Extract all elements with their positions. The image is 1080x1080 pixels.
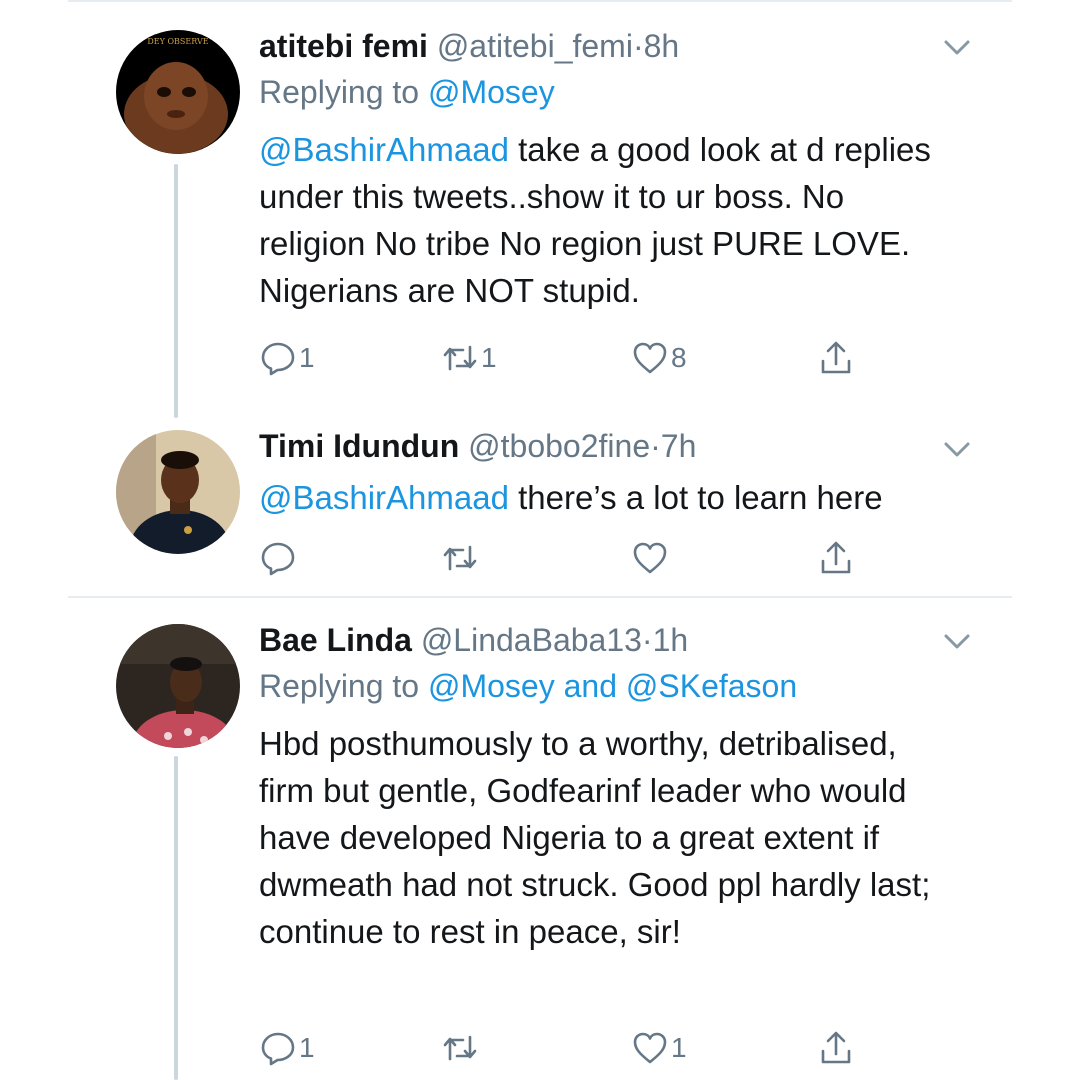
replying-prefix: Replying to <box>259 74 420 110</box>
handle[interactable]: @LindaBaba13 <box>421 622 642 658</box>
reply-icon <box>259 1029 297 1067</box>
chevron-down-icon[interactable] <box>940 624 974 658</box>
retweet-icon <box>441 339 479 377</box>
heart-icon <box>631 539 669 577</box>
chevron-down-icon[interactable] <box>940 30 974 64</box>
tweet-header: Timi Idundun @tbobo2fine·7h <box>259 426 959 466</box>
retweet-button[interactable] <box>441 538 481 578</box>
avatar-atitebi-femi[interactable]: DEY OBSERVE <box>116 30 240 154</box>
like-button[interactable]: 8 <box>631 338 687 378</box>
avatar-caption: DEY OBSERVE <box>147 37 208 46</box>
tweet-2[interactable]: Timi Idundun @tbobo2fine·7h @BashirAhmaa… <box>0 418 1080 596</box>
display-name[interactable]: atitebi femi <box>259 28 428 64</box>
reply-icon <box>259 539 297 577</box>
avatar-bae-linda[interactable] <box>116 624 240 748</box>
retweet-icon <box>441 1029 479 1067</box>
tweet-header: Bae Linda @LindaBaba13·1h <box>259 620 959 660</box>
tweet-body: there’s a lot to learn here <box>508 479 883 516</box>
thread-line <box>174 164 178 418</box>
tweet-1[interactable]: DEY OBSERVE atitebi femi @atitebi_femi·8… <box>0 0 1080 430</box>
chevron-down-icon[interactable] <box>940 432 974 466</box>
share-icon <box>817 539 855 577</box>
mention-link[interactable]: @BashirAhmaad <box>259 131 509 168</box>
handle[interactable]: @atitebi_femi <box>437 28 633 64</box>
retweet-button[interactable] <box>441 1028 481 1068</box>
separator-dot: · <box>650 428 661 464</box>
reply-count: 1 <box>299 1032 315 1063</box>
tweet-text: Hbd posthumously to a worthy, detribalis… <box>259 725 931 950</box>
replying-prefix: Replying to <box>259 668 420 704</box>
share-icon <box>817 339 855 377</box>
like-button[interactable] <box>631 538 671 578</box>
tweet-3[interactable]: Bae Linda @LindaBaba13·1h Replying to @M… <box>0 598 1080 1080</box>
display-name[interactable]: Bae Linda <box>259 622 412 658</box>
share-button[interactable] <box>817 538 855 578</box>
replying-to: Replying to @Mosey <box>259 72 959 112</box>
avatar-timi-idundun[interactable] <box>116 430 240 554</box>
like-count: 1 <box>671 1032 687 1063</box>
tweet-text: @BashirAhmaad take a good look at d repl… <box>259 126 959 314</box>
display-name[interactable]: Timi Idundun <box>259 428 459 464</box>
share-button[interactable] <box>817 338 855 378</box>
timestamp[interactable]: 7h <box>661 428 697 464</box>
retweet-count: 1 <box>481 342 497 373</box>
replying-to: Replying to @Mosey and @SKefason <box>259 666 959 706</box>
heart-icon <box>631 339 669 377</box>
like-button[interactable]: 1 <box>631 1028 687 1068</box>
heart-icon <box>631 1029 669 1067</box>
tweet-actions: 1 1 8 <box>259 338 879 378</box>
tweet-actions: 1 1 <box>259 1028 879 1068</box>
thread-line <box>174 756 178 1080</box>
tweet-header: atitebi femi @atitebi_femi·8h <box>259 26 959 66</box>
separator-dot: · <box>641 622 653 658</box>
retweet-button[interactable]: 1 <box>441 338 497 378</box>
reply-count: 1 <box>299 342 315 373</box>
mention-link[interactable]: @BashirAhmaad <box>259 479 509 516</box>
reply-button[interactable] <box>259 538 299 578</box>
replying-users[interactable]: @Mosey and @SKefason <box>428 668 797 704</box>
timestamp[interactable]: 8h <box>644 28 680 64</box>
tweet-text: @BashirAhmaad there’s a lot to learn her… <box>259 474 959 521</box>
like-count: 8 <box>671 342 687 373</box>
reply-button[interactable]: 1 <box>259 1028 315 1068</box>
tweet-actions <box>259 538 879 578</box>
reply-button[interactable]: 1 <box>259 338 315 378</box>
share-icon <box>817 1029 855 1067</box>
share-button[interactable] <box>817 1028 855 1068</box>
reply-icon <box>259 339 297 377</box>
separator-dot: · <box>632 28 644 64</box>
replying-users[interactable]: @Mosey <box>428 74 555 110</box>
handle[interactable]: @tbobo2fine <box>468 428 650 464</box>
timestamp[interactable]: 1h <box>653 622 689 658</box>
retweet-icon <box>441 539 479 577</box>
